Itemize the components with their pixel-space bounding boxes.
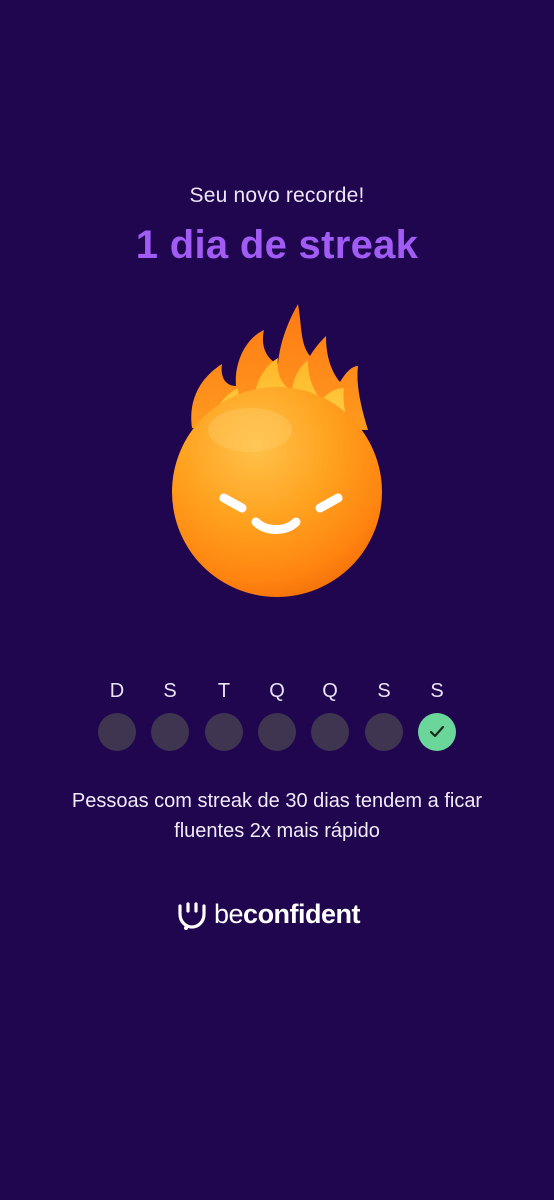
fire-ball-mascot-icon xyxy=(172,304,382,597)
day-letter: Q xyxy=(322,680,338,702)
streak-screen: Seu novo recorde! 1 dia de streak D S T … xyxy=(0,0,554,1200)
check-icon xyxy=(429,725,445,738)
day-item: S xyxy=(151,679,189,751)
day-dot xyxy=(205,713,243,751)
record-subtitle: Seu novo recorde! xyxy=(189,184,365,207)
day-letter: S xyxy=(377,680,391,702)
brand-text-light: be xyxy=(214,898,244,929)
day-item-today: S xyxy=(418,679,456,751)
day-item: Q xyxy=(258,679,296,751)
smile-logo-icon xyxy=(178,902,206,930)
day-dot-done xyxy=(418,713,456,751)
day-dot xyxy=(311,713,349,751)
day-item: S xyxy=(365,679,403,751)
day-dot xyxy=(365,713,403,751)
week-streak-tracker: D S T Q Q S S xyxy=(98,679,458,759)
day-letter: Q xyxy=(269,680,285,702)
day-dot xyxy=(151,713,189,751)
day-letter: T xyxy=(217,680,231,702)
brand-text-bold: confident xyxy=(243,898,361,929)
brand-logo: be confident xyxy=(176,896,361,932)
streak-info-text: Pessoas com streak de 30 dias tendem a f… xyxy=(71,790,483,842)
streak-title: 1 dia de streak xyxy=(135,223,419,267)
day-letter: S xyxy=(430,680,444,702)
day-dot xyxy=(258,713,296,751)
day-dot xyxy=(98,713,136,751)
day-letter: D xyxy=(109,680,125,702)
day-item: T xyxy=(205,679,243,751)
day-letter: S xyxy=(163,680,177,702)
day-item: Q xyxy=(311,679,349,751)
day-item: D xyxy=(98,679,136,751)
